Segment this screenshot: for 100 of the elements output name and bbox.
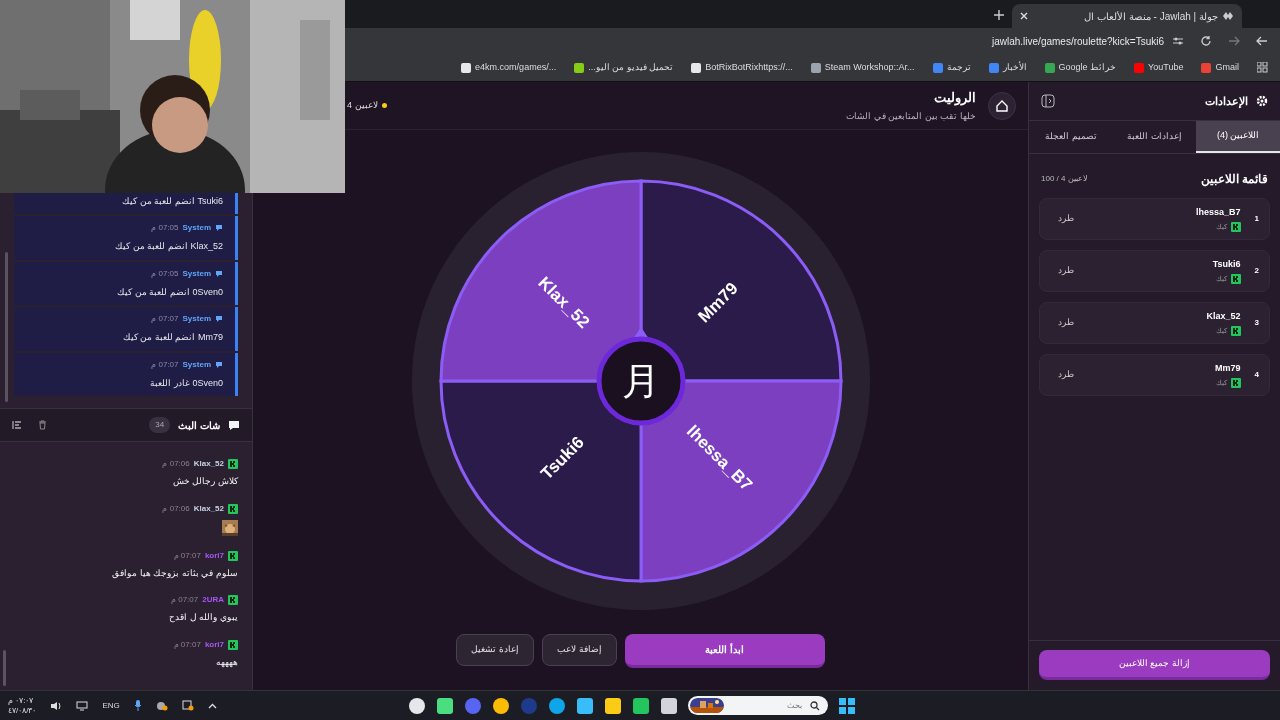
network-icon[interactable] — [76, 700, 89, 711]
player-number: 2 — [1254, 265, 1259, 277]
bookmark[interactable]: ترجمة — [932, 60, 971, 75]
kick-button[interactable]: طرد — [1050, 264, 1082, 278]
bookmark-icon — [1201, 62, 1212, 73]
username: kori7 — [204, 638, 224, 651]
panel-title: الإعدادات — [1205, 93, 1248, 110]
kick-button[interactable]: طرد — [1050, 212, 1082, 226]
platform-icon — [1230, 325, 1241, 336]
trash-icon[interactable] — [38, 420, 47, 430]
player-count: 100 / 4 لاعبين — [1041, 173, 1088, 185]
bookmark-icon — [691, 62, 702, 73]
taskbar-app-icon[interactable] — [632, 696, 650, 715]
bookmark-icon — [574, 62, 585, 73]
home-button[interactable] — [988, 91, 1016, 120]
clock-time: ٠٧:٠٧ م — [8, 695, 34, 706]
tray-app-icon[interactable] — [181, 700, 194, 711]
bookmark-icon — [1044, 62, 1055, 73]
page-subtitle: خلها تقب بين المتابعين في الشات — [846, 109, 976, 123]
bookmark[interactable]: Steam Workshop::Ar... — [810, 60, 915, 75]
message-text: Tsuki6 انضم للعبة من كيك — [121, 194, 223, 208]
platform-icon — [1230, 221, 1241, 232]
list-title: قائمة اللاعبين — [1200, 171, 1268, 188]
hub-logo: 月 — [621, 358, 660, 403]
username: kori7 — [204, 549, 224, 562]
back-icon[interactable] — [1256, 35, 1268, 47]
platform-icon — [228, 550, 238, 561]
start-button[interactable]: ابدأ اللعبة — [624, 634, 825, 668]
message-time: 07:07 م — [173, 638, 201, 651]
filter-icon[interactable] — [12, 420, 22, 430]
message-time: 07:07 م — [151, 313, 179, 325]
taskbar-app-icon[interactable] — [604, 696, 622, 715]
language-indicator[interactable]: ENG — [102, 699, 120, 712]
message-text: سلوم في بثاته بزوجك هيا موافق — [111, 566, 238, 580]
scrollbar[interactable] — [3, 650, 6, 686]
bookmark[interactable]: e4km.com/games/... — [461, 60, 557, 75]
bookmark[interactable]: تحميل فيديو من اليو... — [574, 60, 674, 75]
player-number: 1 — [1254, 213, 1259, 225]
taskbar-app-icon[interactable] — [492, 696, 510, 715]
site-settings-icon[interactable] — [1172, 36, 1184, 46]
apps-icon[interactable] — [1257, 62, 1268, 73]
bookmark[interactable]: BotRixBotRixhttps://... — [691, 60, 793, 75]
url-text[interactable]: jawlah.live/games/roulette?kick=Tsuki6 — [991, 33, 1164, 49]
bookmark[interactable]: YouTube — [1134, 60, 1184, 75]
browser-tab[interactable]: جولة | Jawlah - منصة الألعاب ال — [1012, 4, 1242, 28]
remove-all-button[interactable]: إزالة جميع اللاعبين — [1039, 650, 1270, 680]
wheel-hub[interactable] — [596, 336, 685, 426]
message-text: 0Sven0 غادر اللعبة — [149, 376, 223, 390]
message-text: ههههه — [215, 655, 238, 669]
message-text: كلاش رجالل خش — [172, 475, 238, 489]
taskbar-app-icon[interactable] — [408, 696, 426, 715]
taskbar-app-icon[interactable] — [576, 696, 594, 715]
chat-title: شات البث — [178, 418, 220, 433]
home-icon — [995, 98, 1009, 113]
message-time: 07:06 م — [162, 502, 190, 515]
tab[interactable]: اللاعبين (4) — [1196, 121, 1280, 153]
bookmark-icon — [988, 62, 999, 73]
message-text: Mm79 انضم للعبة من كيك — [121, 331, 223, 345]
player-number: 3 — [1254, 317, 1259, 329]
collapse-panel-icon[interactable] — [1041, 94, 1055, 108]
action-button[interactable]: إعادة تشغيل — [456, 634, 534, 666]
bookmark[interactable]: خرائط Google — [1044, 60, 1117, 75]
message-time: 07:07 م — [170, 594, 199, 606]
taskbar-app-icon[interactable] — [548, 696, 566, 715]
reload-icon[interactable] — [1200, 35, 1212, 47]
sender-name: System — [182, 358, 211, 371]
username: Klax_52 — [193, 502, 224, 515]
close-icon[interactable] — [1020, 12, 1028, 20]
tab[interactable]: تصميم العجلة — [1029, 121, 1113, 153]
scrollbar[interactable] — [5, 252, 8, 402]
message-time: 07:05 م — [151, 222, 179, 234]
taskbar-app-icon[interactable] — [436, 696, 454, 715]
username: 2URA — [202, 594, 224, 606]
username: Klax_52 — [193, 458, 224, 470]
taskbar-app-icon[interactable] — [660, 696, 678, 715]
forward-icon[interactable] — [1228, 35, 1240, 47]
microphone-icon[interactable] — [133, 700, 142, 711]
action-button[interactable]: إضافة لاعب — [542, 634, 617, 666]
message-time: 07:07 م — [173, 549, 201, 562]
kick-button[interactable]: طرد — [1050, 316, 1082, 330]
sender-name: System — [182, 313, 211, 325]
tab-title: جولة | Jawlah - منصة الألعاب ال — [1083, 9, 1218, 24]
bookmark-icon — [461, 62, 472, 73]
page-title: الروليت — [933, 89, 976, 108]
chevron-up-icon[interactable] — [207, 702, 217, 709]
bookmark[interactable]: Gmail — [1201, 60, 1239, 75]
platform-icon — [228, 503, 238, 514]
search-field[interactable]: بحث — [688, 696, 828, 715]
bookmark[interactable]: الأخبار — [988, 60, 1027, 75]
volume-icon[interactable] — [50, 700, 63, 711]
player-name: Klax_52 — [1205, 310, 1241, 323]
kick-button[interactable]: طرد — [1050, 368, 1082, 382]
tab[interactable]: إعدادات اللعبة — [1112, 121, 1197, 153]
platform-icon — [1230, 273, 1241, 284]
new-tab-icon[interactable] — [994, 10, 1004, 20]
start-menu-icon[interactable] — [838, 696, 856, 715]
platform-icon — [228, 595, 238, 605]
platform-icon — [228, 459, 238, 469]
tray-app-icon[interactable] — [155, 700, 168, 711]
bot-icon — [215, 269, 223, 278]
